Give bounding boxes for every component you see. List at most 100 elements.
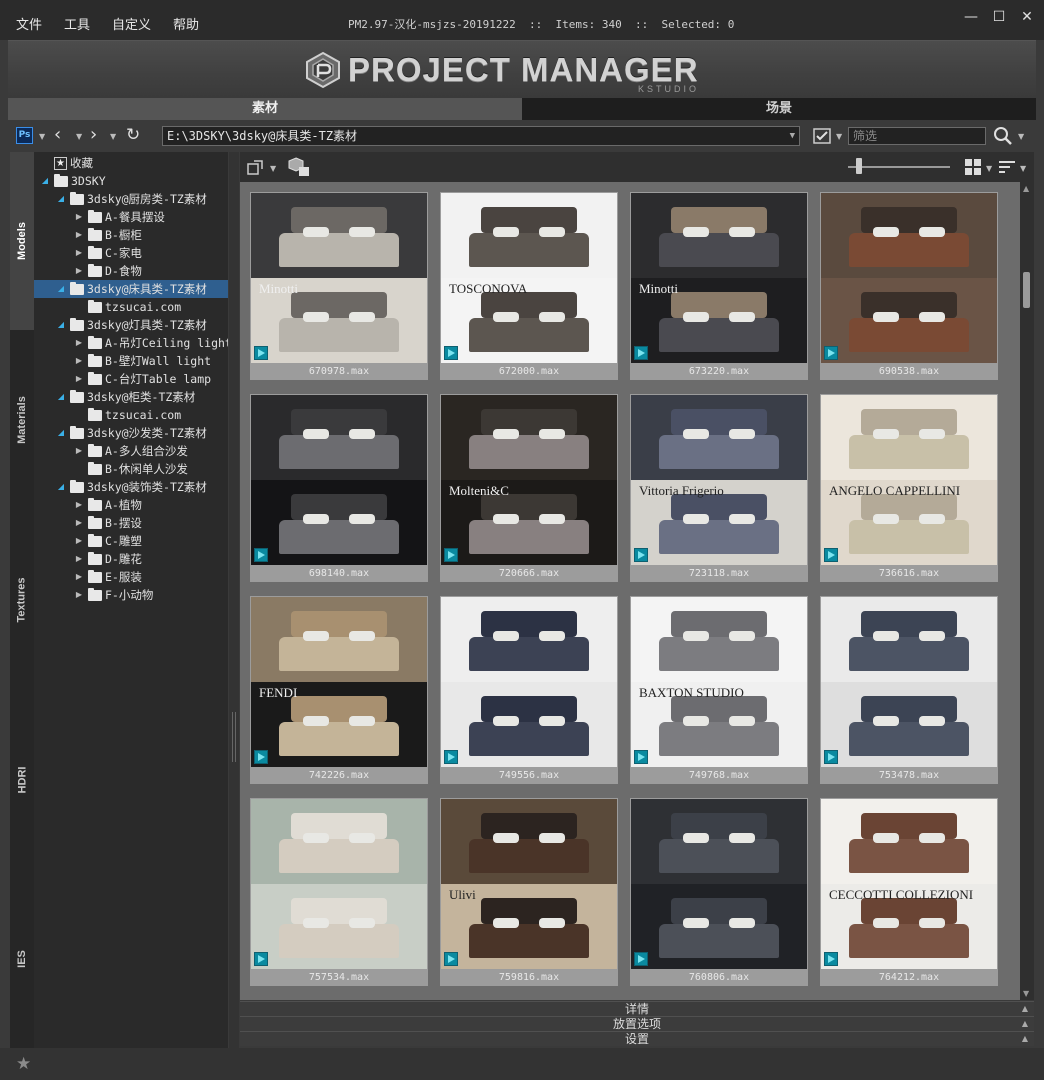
sort-icon[interactable] [998,158,1016,176]
asset-thumbnail[interactable]: CECCOTTI COLLEZIONI 764212.max [820,798,998,986]
side-tab-models[interactable]: Models [10,152,34,330]
collapsed-arrow-icon[interactable]: ▶ [74,568,84,586]
asset-thumbnail[interactable]: Minotti 670978.max [250,192,428,380]
tree-node[interactable]: ▶ D-雕花 [74,550,142,568]
tree-node[interactable]: ▶ B-橱柜 [74,226,142,244]
tree-node[interactable]: B-休闲单人沙发 [74,460,188,478]
tree-node[interactable]: tzsucai.com [74,298,181,316]
expanded-arrow-icon[interactable]: ◢ [56,388,66,406]
view-dropdown-icon[interactable]: ▼ [986,164,992,173]
collapsed-arrow-icon[interactable]: ▶ [74,244,84,262]
collapsed-arrow-icon[interactable]: ▶ [74,226,84,244]
tree-node[interactable]: ★ 收藏 [40,154,93,172]
minimize-button[interactable]: — [964,10,978,24]
tree-node[interactable]: ▶ E-服装 [74,568,142,586]
tree-node[interactable]: ▶ C-台灯Table lamp [74,370,211,388]
collapsed-arrow-icon[interactable]: ▶ [74,532,84,550]
tree-node[interactable]: ▶ C-家电 [74,244,142,262]
tree-node[interactable]: ▶ A-吊灯Ceiling light [74,334,228,352]
asset-thumbnail[interactable]: 757534.max [250,798,428,986]
forward-history-dropdown-icon[interactable]: ▼ [110,132,116,141]
asset-thumbnail[interactable]: Ulivi 759816.max [440,798,618,986]
asset-thumbnail[interactable]: Vittoria Frigerio 723118.max [630,394,808,582]
back-arrow-icon[interactable]: ‹ [54,126,61,144]
sync-icon[interactable] [246,158,268,178]
tree-node[interactable]: ◢ 3dsky@床具类-TZ素材 [34,280,228,298]
grid-scrollbar[interactable]: ▲ ▼ [1020,182,1034,1000]
sync-dropdown-icon[interactable]: ▼ [270,164,276,173]
splitter-grip[interactable] [232,712,236,762]
placement-options-header[interactable]: 放置选项 ▲ [240,1016,1034,1031]
expanded-arrow-icon[interactable]: ◢ [40,172,50,190]
asset-thumbnail[interactable]: 690538.max [820,192,998,380]
tab-assets[interactable]: 素材 [8,98,522,120]
side-tab-materials[interactable]: Materials [10,330,34,510]
side-tab-ies[interactable]: IES [10,870,34,1048]
collapsed-arrow-icon[interactable]: ▶ [74,334,84,352]
expanded-arrow-icon[interactable]: ◢ [56,424,66,442]
search-icon[interactable] [993,126,1013,146]
collapsed-arrow-icon[interactable]: ▶ [74,442,84,460]
checklist-dropdown-icon[interactable]: ▼ [836,132,842,141]
tree-node[interactable]: ▶ D-食物 [74,262,142,280]
thumbnail-size-handle[interactable] [856,158,862,174]
expanded-arrow-icon[interactable]: ◢ [56,280,66,298]
collapsed-arrow-icon[interactable]: ▶ [74,208,84,226]
tree-node[interactable]: ▶ C-雕塑 [74,532,142,550]
settings-expand-icon[interactable]: ▲ [1022,1032,1028,1046]
path-field[interactable]: E:\3DSKY\3dsky@床具类-TZ素材 ▼ [162,126,800,146]
tree-node[interactable]: ◢ 3dsky@灯具类-TZ素材 [56,316,207,334]
photoshop-dropdown-icon[interactable]: ▼ [39,132,45,141]
tab-scenes[interactable]: 场景 [522,98,1036,120]
placement-expand-icon[interactable]: ▲ [1022,1017,1028,1031]
search-dropdown-icon[interactable]: ▼ [1018,132,1024,141]
menu-help[interactable]: 帮助 [173,14,199,33]
collapsed-arrow-icon[interactable]: ▶ [74,352,84,370]
collapsed-arrow-icon[interactable]: ▶ [74,496,84,514]
maximize-button[interactable]: ☐ [992,10,1006,24]
panel-splitter[interactable] [229,152,239,1048]
scroll-down-icon[interactable]: ▼ [1023,989,1029,998]
refresh-icon[interactable]: ↻ [126,126,140,144]
asset-thumbnail[interactable]: Minotti 673220.max [630,192,808,380]
tree-node[interactable]: ◢ 3dsky@装饰类-TZ素材 [56,478,207,496]
details-expand-icon[interactable]: ▲ [1022,1002,1028,1016]
asset-thumbnail[interactable]: 760806.max [630,798,808,986]
expanded-arrow-icon[interactable]: ◢ [56,316,66,334]
photoshop-icon[interactable]: Ps [16,127,33,144]
cube-folder-icon[interactable] [288,156,312,178]
asset-thumbnail[interactable]: FENDI 742226.max [250,596,428,784]
side-tab-hdri[interactable]: HDRI [10,690,34,870]
forward-arrow-icon[interactable]: › [90,126,97,144]
asset-thumbnail[interactable]: 749556.max [440,596,618,784]
tree-node[interactable]: ▶ B-摆设 [74,514,142,532]
scrollbar-thumb[interactable] [1023,272,1030,308]
expanded-arrow-icon[interactable]: ◢ [56,478,66,496]
tree-node[interactable]: ▶ A-餐具摆设 [74,208,165,226]
asset-thumbnail[interactable]: Molteni&C 720666.max [440,394,618,582]
collapsed-arrow-icon[interactable]: ▶ [74,586,84,604]
path-dropdown-icon[interactable]: ▼ [790,127,795,145]
asset-thumbnail[interactable]: TOSCONOVA 672000.max [440,192,618,380]
collapsed-arrow-icon[interactable]: ▶ [74,550,84,568]
tree-node[interactable]: ▶ B-壁灯Wall light [74,352,211,370]
tree-node[interactable]: ◢ 3dsky@柜类-TZ素材 [56,388,195,406]
settings-panel-header[interactable]: 设置 ▲ [240,1031,1034,1046]
details-panel-header[interactable]: 详情 ▲ [240,1001,1034,1016]
checklist-icon[interactable] [812,126,834,146]
tree-node[interactable]: ▶ A-多人组合沙发 [74,442,188,460]
tree-node[interactable]: tzsucai.com [74,406,181,424]
asset-thumbnail[interactable]: ANGELO CAPPELLINI 736616.max [820,394,998,582]
tree-node[interactable]: ◢ 3dsky@厨房类-TZ素材 [56,190,207,208]
menu-tools[interactable]: 工具 [64,14,90,33]
tree-node[interactable]: ◢ 3dsky@沙发类-TZ素材 [56,424,207,442]
menu-file[interactable]: 文件 [16,14,42,33]
scroll-up-icon[interactable]: ▲ [1023,184,1029,193]
asset-thumbnail[interactable]: 753478.max [820,596,998,784]
filter-input[interactable]: 筛选 [848,127,986,145]
tree-node[interactable]: ◢ 3DSKY [40,172,106,190]
tree-node[interactable]: ▶ F-小动物 [74,586,153,604]
back-history-dropdown-icon[interactable]: ▼ [76,132,82,141]
close-button[interactable]: ✕ [1020,10,1034,24]
asset-thumbnail[interactable]: BAXTON STUDIO 749768.max [630,596,808,784]
